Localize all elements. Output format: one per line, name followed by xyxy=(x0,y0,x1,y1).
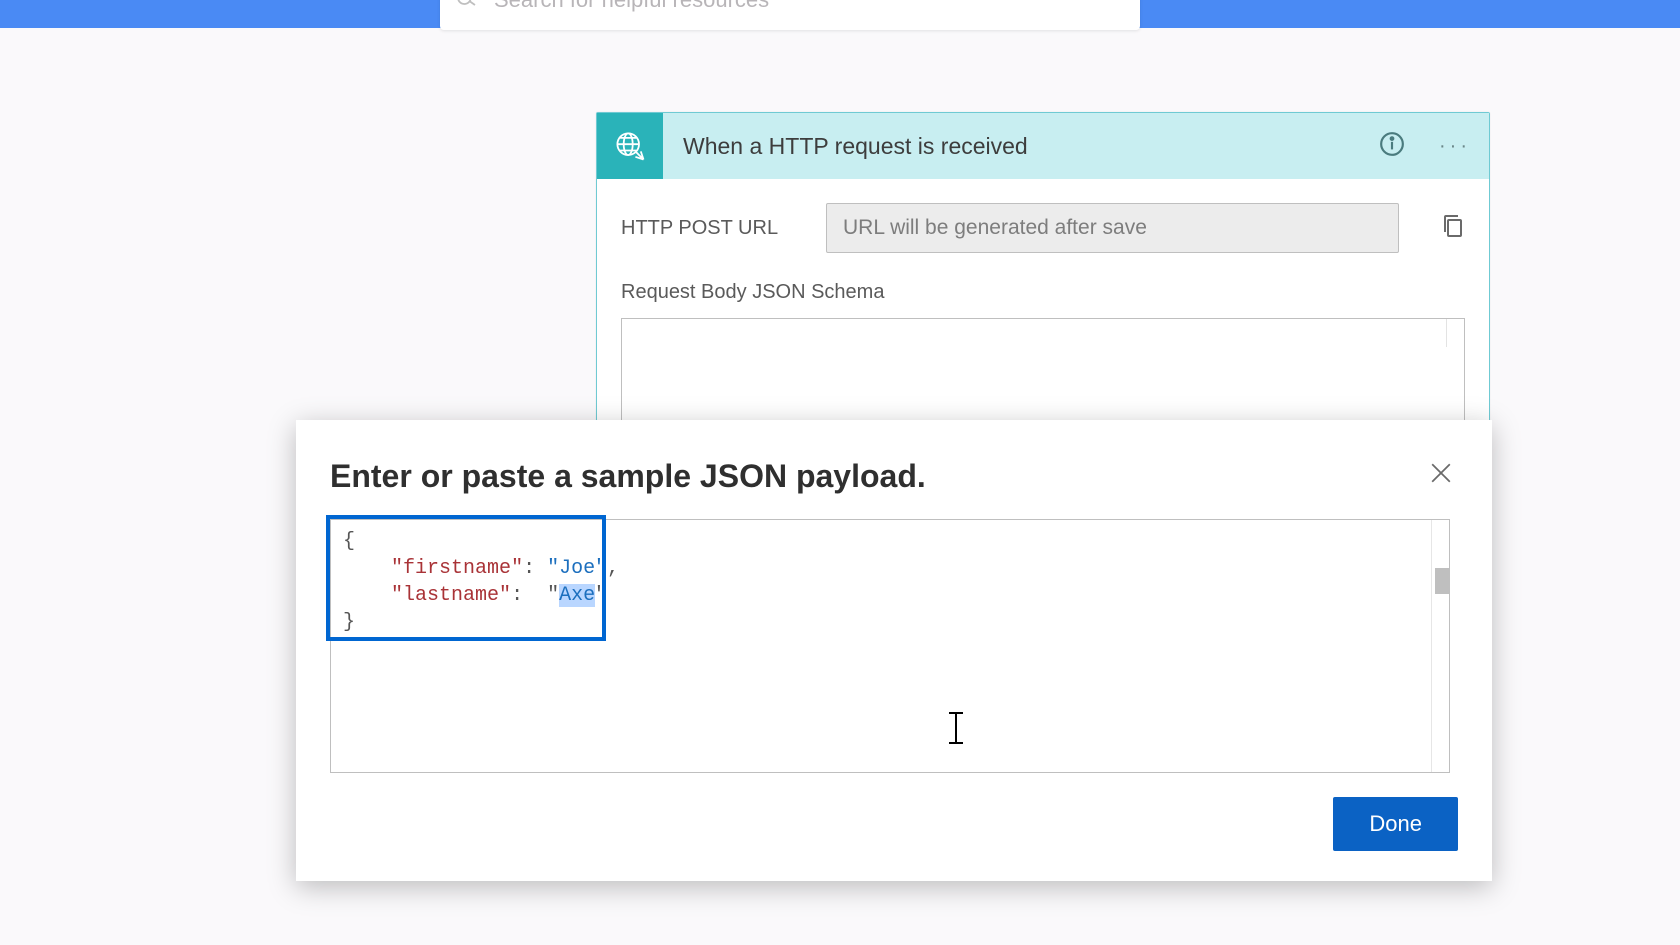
http-post-url-label: HTTP POST URL xyxy=(621,217,796,240)
search-placeholder: Search for helpful resources xyxy=(494,0,769,13)
json-key-1: firstname xyxy=(403,557,511,580)
json-key-2: lastname xyxy=(403,584,499,607)
done-button[interactable]: Done xyxy=(1333,797,1458,851)
json-val-2-selected: Axe xyxy=(559,584,595,607)
json-val-1: Joe xyxy=(559,557,595,580)
top-banner: Search for helpful resources xyxy=(0,0,1680,28)
more-icon[interactable]: ··· xyxy=(1439,135,1471,158)
modal-title: Enter or paste a sample JSON payload. xyxy=(330,458,926,495)
scrollbar-thumb[interactable] xyxy=(1435,568,1449,594)
request-body-schema-label: Request Body JSON Schema xyxy=(621,281,1465,304)
sample-json-modal: Enter or paste a sample JSON payload. { … xyxy=(296,420,1492,881)
search-box[interactable]: Search for helpful resources xyxy=(440,0,1140,30)
http-trigger-icon xyxy=(597,113,663,179)
scrollbar-track[interactable] xyxy=(1431,520,1449,772)
http-post-url-field[interactable]: URL will be generated after save xyxy=(826,203,1399,253)
info-icon[interactable] xyxy=(1379,131,1405,162)
trigger-header[interactable]: When a HTTP request is received ··· xyxy=(597,113,1489,179)
scrollbar[interactable] xyxy=(1446,319,1464,347)
search-icon xyxy=(454,0,481,18)
trigger-title: When a HTTP request is received xyxy=(663,133,1379,160)
json-payload-textarea[interactable]: { "firstname": "Joe", "lastname": "Axe" … xyxy=(330,519,1450,773)
copy-icon[interactable] xyxy=(1441,213,1465,244)
close-icon[interactable] xyxy=(1424,458,1458,492)
text-cursor-icon xyxy=(955,712,957,744)
http-post-url-placeholder: URL will be generated after save xyxy=(843,216,1147,240)
